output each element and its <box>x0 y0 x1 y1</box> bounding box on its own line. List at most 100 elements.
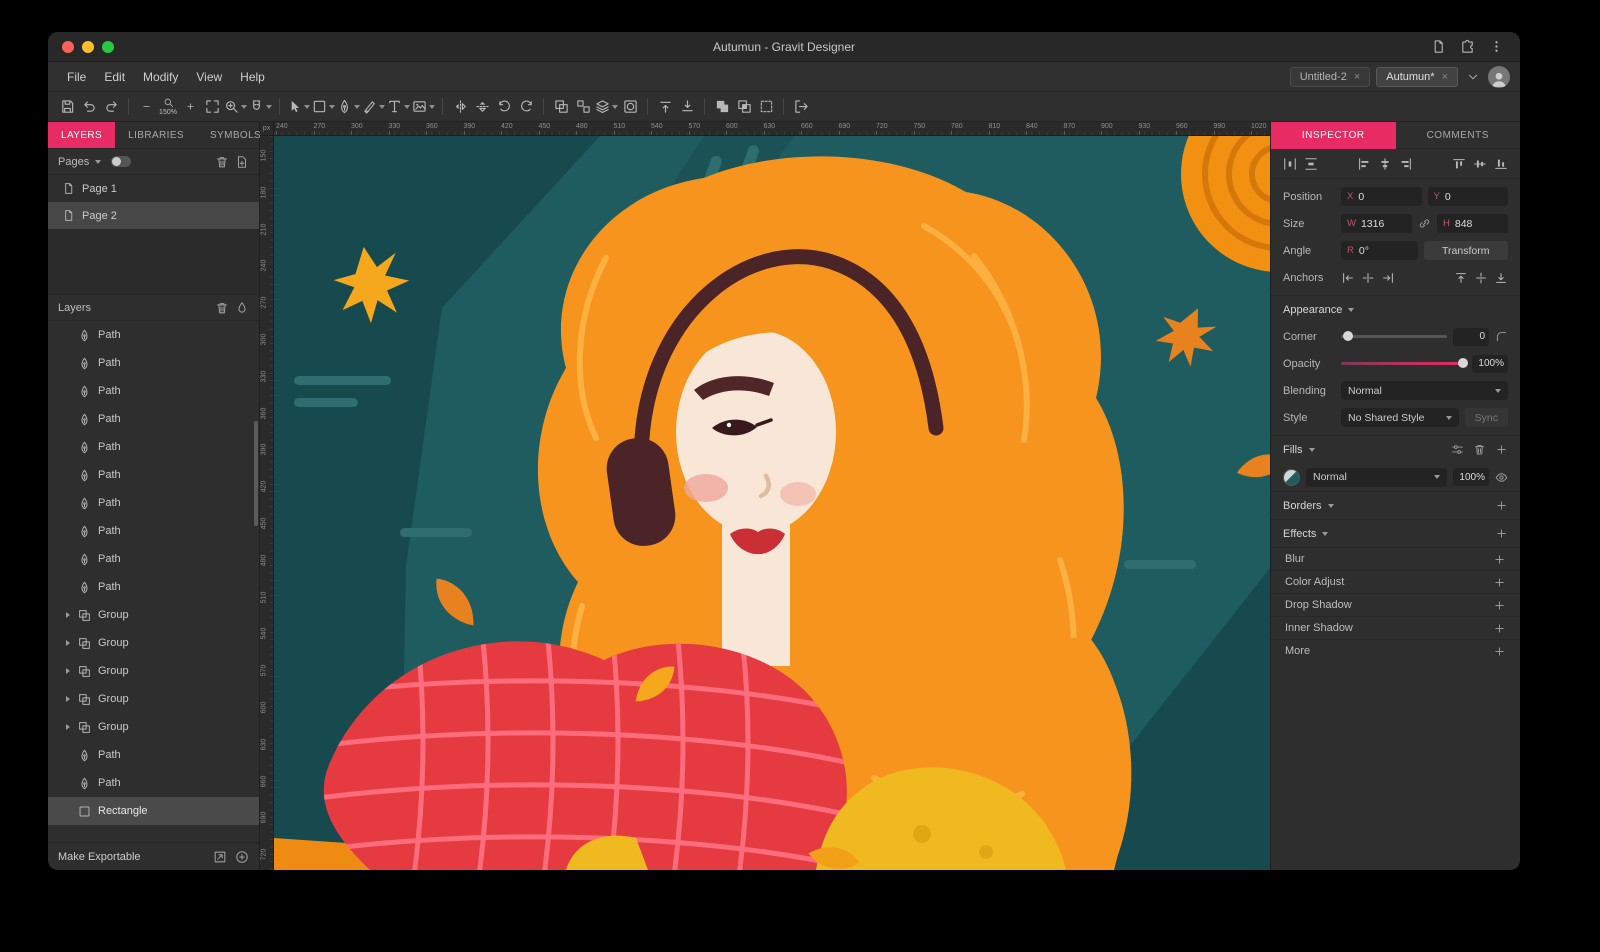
anchor-center-horizontal-icon[interactable] <box>1361 271 1375 285</box>
pointer-tool-button[interactable] <box>286 95 311 119</box>
opacity-slider[interactable] <box>1341 362 1466 365</box>
delete-page-icon[interactable] <box>215 155 229 169</box>
pages-toggle[interactable] <box>111 156 131 167</box>
send-backward-button[interactable] <box>676 95 698 119</box>
effects-header[interactable]: Effects <box>1271 520 1520 547</box>
size-width-input[interactable]: W 1316 <box>1341 214 1412 233</box>
layer-row-group[interactable]: Group <box>48 713 259 741</box>
vertical-ruler[interactable]: 1501802102402703003303603904204504805105… <box>260 136 274 870</box>
menu-item-view[interactable]: View <box>187 66 231 88</box>
effect-row-blur[interactable]: Blur <box>1271 547 1520 570</box>
export-frame-icon[interactable] <box>213 850 227 864</box>
borders-header[interactable]: Borders <box>1271 492 1520 519</box>
size-height-input[interactable]: H 848 <box>1437 214 1508 233</box>
transform-button[interactable]: Transform <box>1424 241 1509 260</box>
add-border-icon[interactable] <box>1495 499 1508 512</box>
add-export-icon[interactable] <box>235 850 249 864</box>
disclosure-triangle-icon[interactable] <box>66 724 70 730</box>
position-y-input[interactable]: Y 0 <box>1428 187 1509 206</box>
disclosure-triangle-icon[interactable] <box>66 696 70 702</box>
add-icon[interactable] <box>1493 599 1506 612</box>
rotate-ccw-button[interactable] <box>493 95 515 119</box>
shared-style-dropdown[interactable]: No Shared Style <box>1341 408 1459 427</box>
opacity-value[interactable]: 100% <box>1472 355 1508 373</box>
add-icon[interactable] <box>1493 553 1506 566</box>
appearance-header[interactable]: Appearance <box>1271 296 1520 323</box>
layer-row-path[interactable]: Path <box>48 769 259 797</box>
dropdown-caret-icon[interactable] <box>429 105 435 109</box>
corner-slider[interactable] <box>1341 335 1447 338</box>
delete-fill-icon[interactable] <box>1473 443 1486 456</box>
disclosure-triangle-icon[interactable] <box>66 612 70 618</box>
layer-row-group[interactable]: Group <box>48 657 259 685</box>
dropdown-caret-icon[interactable] <box>354 105 360 109</box>
fill-options-icon[interactable] <box>1451 443 1464 456</box>
anchor-top-icon[interactable] <box>1454 271 1468 285</box>
layer-row-path[interactable]: Path <box>48 461 259 489</box>
zoom-level-button[interactable]: 150% <box>157 95 179 119</box>
menu-item-modify[interactable]: Modify <box>134 66 187 88</box>
layer-row-rectangle[interactable]: Rectangle <box>48 797 259 825</box>
divide-button[interactable] <box>733 95 755 119</box>
group-button[interactable] <box>550 95 572 119</box>
tab-comments[interactable]: COMMENTS <box>1396 122 1521 149</box>
canvas-viewport[interactable] <box>274 136 1270 870</box>
layer-row-path[interactable]: Path <box>48 321 259 349</box>
avatar[interactable] <box>1488 66 1510 88</box>
close-window-button[interactable] <box>62 41 74 53</box>
fill-opacity-value[interactable]: 100% <box>1453 468 1489 486</box>
dropdown-caret-icon[interactable] <box>304 105 310 109</box>
align-middle-vertical-icon[interactable] <box>1473 157 1487 171</box>
anchor-right-icon[interactable] <box>1381 271 1395 285</box>
menu-item-file[interactable]: File <box>58 66 95 88</box>
align-top-icon[interactable] <box>1452 157 1466 171</box>
anchor-bottom-icon[interactable] <box>1494 271 1508 285</box>
add-icon[interactable] <box>1493 645 1506 658</box>
layer-row-group[interactable]: Group <box>48 629 259 657</box>
pages-collapse-icon[interactable] <box>95 160 101 164</box>
disclosure-triangle-icon[interactable] <box>66 640 70 646</box>
layers-scrollbar[interactable] <box>254 421 258 526</box>
dropdown-caret-icon[interactable] <box>329 105 335 109</box>
effect-row-more[interactable]: More <box>1271 639 1520 662</box>
bring-forward-button[interactable] <box>654 95 676 119</box>
document-tab-untitled-2[interactable]: Untitled-2× <box>1290 67 1371 87</box>
effect-row-drop-shadow[interactable]: Drop Shadow <box>1271 593 1520 616</box>
document-tab-autumun-[interactable]: Autumun*× <box>1376 67 1458 87</box>
image-tool-button[interactable] <box>411 95 436 119</box>
close-tab-icon[interactable]: × <box>1354 71 1360 83</box>
zoom-in-plus-button[interactable] <box>179 95 201 119</box>
canvas-artwork[interactable] <box>274 136 1270 870</box>
add-effect-icon[interactable] <box>1495 527 1508 540</box>
add-page-icon[interactable] <box>235 155 249 169</box>
disclosure-triangle-icon[interactable] <box>66 668 70 674</box>
export-button[interactable] <box>790 95 812 119</box>
tab-libraries[interactable]: LIBRARIES <box>115 122 197 148</box>
dropdown-caret-icon[interactable] <box>379 105 385 109</box>
align-right-icon[interactable] <box>1399 157 1413 171</box>
anchor-middle-vertical-icon[interactable] <box>1474 271 1488 285</box>
pen-tool-button[interactable] <box>336 95 361 119</box>
dropdown-caret-icon[interactable] <box>241 105 247 109</box>
layer-row-path[interactable]: Path <box>48 433 259 461</box>
corner-radius-icon[interactable] <box>1495 330 1508 343</box>
mask-button[interactable] <box>619 95 641 119</box>
fills-header[interactable]: Fills <box>1271 436 1520 463</box>
horizontal-ruler[interactable]: 2402703003303603904204504805105405706006… <box>274 122 1270 136</box>
layer-row-path[interactable]: Path <box>48 405 259 433</box>
tab-list-chevron-icon[interactable] <box>1466 70 1480 84</box>
rotate-cw-button[interactable] <box>515 95 537 119</box>
fill-color-swatch[interactable] <box>1283 469 1300 486</box>
align-left-icon[interactable] <box>1357 157 1371 171</box>
tab-inspector[interactable]: INSPECTOR <box>1271 122 1396 149</box>
layer-row-group[interactable]: Group <box>48 685 259 713</box>
new-document-icon[interactable] <box>1431 39 1446 54</box>
add-icon[interactable] <box>1493 622 1506 635</box>
add-icon[interactable] <box>1493 576 1506 589</box>
dropdown-caret-icon[interactable] <box>612 105 618 109</box>
tab-layers[interactable]: LAYERS <box>48 122 115 148</box>
fill-blend-dropdown[interactable]: Normal <box>1306 468 1447 487</box>
marquee-button[interactable] <box>755 95 777 119</box>
page-row-1[interactable]: Page 1 <box>48 175 259 202</box>
effect-row-inner-shadow[interactable]: Inner Shadow <box>1271 616 1520 639</box>
